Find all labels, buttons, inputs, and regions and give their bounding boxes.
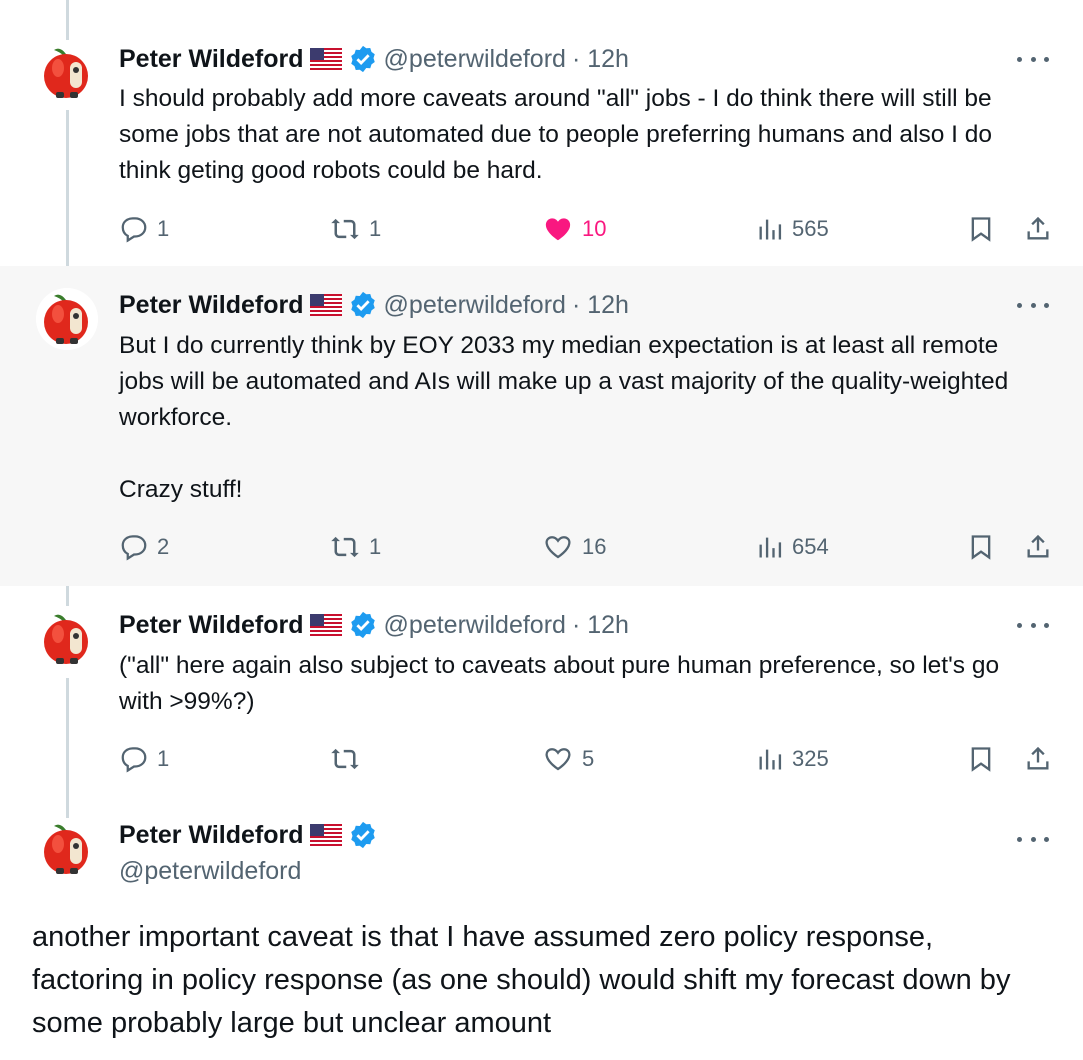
views-button[interactable]: 654 [756,531,829,563]
reply-icon [121,747,147,773]
verified-badge-icon [348,290,378,320]
us-flag-icon [309,294,342,316]
avatar[interactable] [36,818,98,880]
like-button[interactable]: 16 [542,531,606,563]
reply-icon [121,535,147,561]
repost-icon [331,748,359,770]
avatar[interactable] [36,288,98,350]
like-button[interactable]: 10 [542,213,606,245]
share-icon [1027,216,1049,240]
share-button[interactable] [1024,213,1052,245]
tweet[interactable]: Peter Wildeford @peterwildeford · 12h I … [0,0,1083,266]
bookmark-icon [971,747,991,772]
avatar[interactable] [36,608,98,670]
more-options-icon[interactable] [1017,49,1049,69]
view-count: 565 [792,216,829,241]
apple-avatar-icon [36,42,98,104]
timestamp[interactable]: · 12h [572,45,629,74]
like-button[interactable]: 5 [542,743,594,775]
tweet-text: I should probably add more caveats aroun… [119,85,999,184]
main-tweet-text: another important caveat is that I have … [32,921,1011,1039]
share-button[interactable] [1024,531,1052,563]
views-icon [759,537,782,558]
reply-button[interactable]: 1 [119,743,169,775]
tweet-header: Peter Wildeford @peterwildeford · 12h [119,44,629,74]
author-handle[interactable]: @peterwildeford [119,857,301,886]
reply-button[interactable]: 2 [119,531,169,563]
author-name[interactable]: Peter Wildeford [119,45,304,74]
apple-avatar-icon [36,608,98,670]
avatar[interactable] [36,42,98,104]
more-options-icon[interactable] [1017,615,1049,635]
repost-count: 1 [369,534,382,559]
like-count: 10 [582,216,607,241]
repost-count: 1 [369,216,382,241]
views-icon [759,219,782,240]
tweet[interactable]: Peter Wildeford @peterwildeford · 12h Bu… [0,266,1083,586]
like-count: 5 [582,746,595,771]
bookmark-button[interactable] [967,743,995,775]
tweet-actions: 2 1 16 654 [119,531,1054,563]
author-name[interactable]: Peter Wildeford [119,821,304,850]
verified-badge-icon [348,44,378,74]
author-handle[interactable]: @peterwildeford [384,611,566,640]
author-name[interactable]: Peter Wildeford [119,291,304,320]
reply-icon [121,217,147,243]
views-icon [759,749,782,770]
view-count: 325 [792,746,829,771]
share-button[interactable] [1024,743,1052,775]
reply-button[interactable]: 1 [119,213,169,245]
share-icon [1027,746,1049,770]
author-handle[interactable]: @peterwildeford [384,291,566,320]
bookmark-button[interactable] [967,531,995,563]
timestamp[interactable]: · 12h [572,611,629,640]
like-count: 16 [582,534,607,559]
heart-filled-icon [545,218,571,241]
apple-avatar-icon [36,818,98,880]
views-button[interactable]: 565 [756,213,829,245]
author-name[interactable]: Peter Wildeford [119,611,304,640]
bookmark-icon [971,217,991,242]
repost-icon [331,536,359,558]
repost-button[interactable]: 1 [329,213,381,245]
author-handle[interactable]: @peterwildeford [384,45,566,74]
tweet[interactable]: Peter Wildeford @peterwildeford · 12h ("… [0,586,1083,800]
timestamp[interactable]: · 12h [572,291,629,320]
view-count: 654 [792,534,829,559]
verified-badge-icon [348,820,378,850]
more-options-icon[interactable] [1017,295,1049,315]
heart-icon [545,748,571,771]
verified-badge-icon [348,610,378,640]
us-flag-icon [309,48,342,70]
tweet-text: ("all" here again also subject to caveat… [119,652,1006,715]
us-flag-icon [309,824,342,846]
reply-count: 1 [157,216,170,241]
tweet-actions: 1 1 10 565 [119,213,1054,245]
us-flag-icon [309,614,342,636]
views-button[interactable]: 325 [756,743,829,775]
share-icon [1027,534,1049,558]
reply-count: 1 [157,746,170,771]
main-tweet-header: Peter Wildeford [119,820,378,850]
tweet-header: Peter Wildeford @peterwildeford · 12h [119,290,629,320]
tweet-actions: 1 5 325 [119,743,1054,775]
reply-count: 2 [157,534,170,559]
tweet-header: Peter Wildeford @peterwildeford · 12h [119,610,629,640]
more-options-icon[interactable] [1017,829,1049,849]
bookmark-button[interactable] [967,213,995,245]
repost-icon [331,218,359,240]
heart-icon [545,536,571,559]
tweet-text: But I do currently think by EOY 2033 my … [119,332,1009,503]
apple-avatar-icon [36,288,98,350]
bookmark-icon [971,535,991,560]
repost-button[interactable] [329,743,369,775]
repost-button[interactable]: 1 [329,531,381,563]
